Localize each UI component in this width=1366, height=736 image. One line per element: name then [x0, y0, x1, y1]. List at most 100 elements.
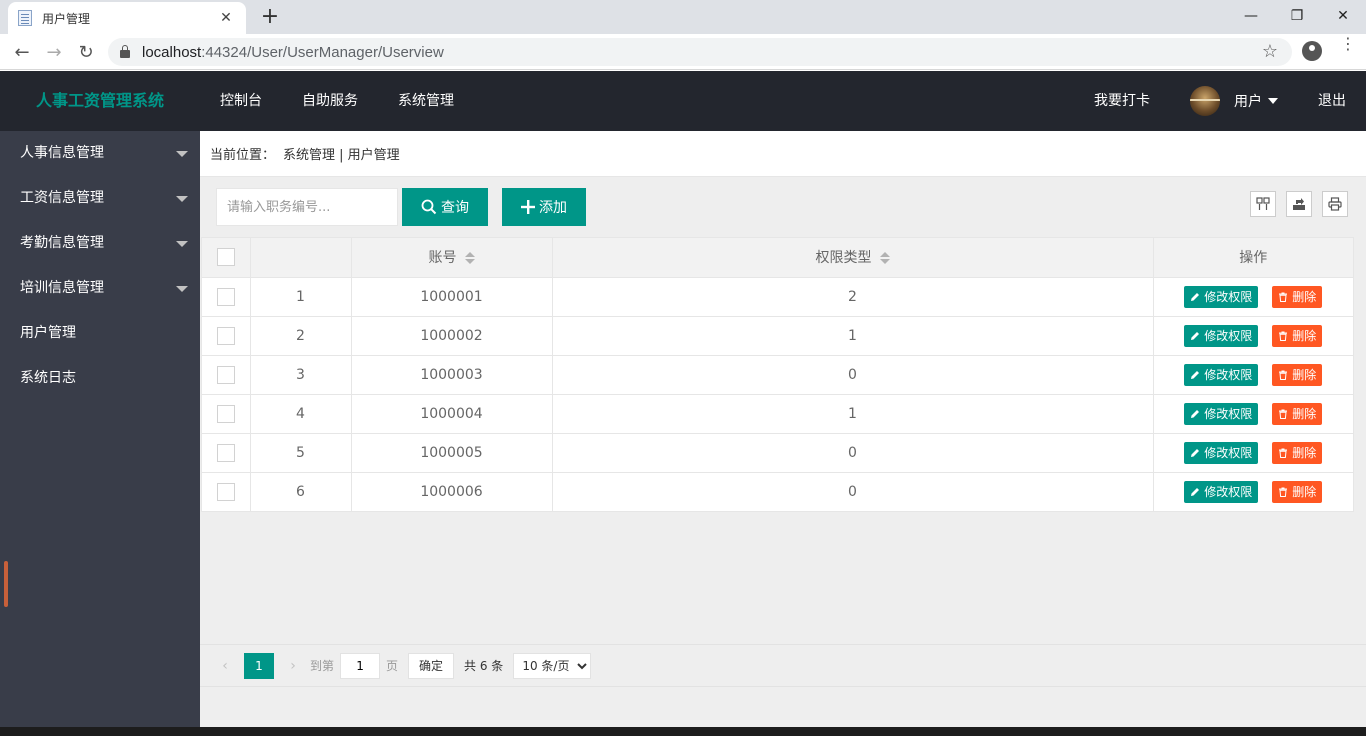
goto-page-input[interactable] — [340, 652, 381, 679]
sidebar-item-personnel[interactable]: 人事信息管理 — [0, 131, 200, 176]
row-index: 5 — [250, 433, 352, 473]
browser-tab[interactable]: 用户管理 ✕ — [8, 2, 246, 34]
maximize-button[interactable]: ❐ — [1274, 0, 1320, 32]
search-icon — [421, 199, 437, 215]
table-row: 5 1000005 0 修改权限 删除 — [202, 433, 1353, 473]
address-bar: ← → ↻ localhost:44324/User/UserManager/U… — [0, 34, 1366, 70]
nav-system-management[interactable]: 系统管理 — [378, 71, 474, 131]
page-size-select[interactable]: 10 条/页 — [513, 652, 592, 679]
row-permission: 0 — [552, 355, 1154, 395]
trash-icon — [1279, 331, 1288, 341]
sort-icon[interactable] — [464, 252, 475, 265]
sidebar-item-attendance[interactable]: 考勤信息管理 — [0, 221, 200, 266]
search-input[interactable] — [216, 188, 398, 226]
trash-icon — [1279, 292, 1288, 302]
delete-button[interactable]: 删除 — [1272, 480, 1323, 503]
row-permission: 1 — [552, 316, 1154, 356]
columns-filter-icon[interactable] — [1250, 191, 1276, 217]
browser-tab-strip: 用户管理 ✕ + — ❐ ✕ — [0, 0, 1366, 34]
minimize-button[interactable]: — — [1228, 0, 1274, 32]
user-menu[interactable]: 用户 — [1170, 86, 1298, 116]
url-field[interactable]: localhost:44324/User/UserManager/Uservie… — [108, 38, 1292, 66]
page-number-current[interactable]: 1 — [244, 652, 274, 679]
forward-icon[interactable]: → — [42, 40, 66, 64]
bookmark-star-icon[interactable]: ☆ — [1262, 41, 1278, 62]
row-account: 1000006 — [351, 472, 553, 511]
row-checkbox[interactable] — [216, 287, 235, 306]
account-header[interactable]: 账号 — [351, 238, 553, 278]
browser-menu-icon[interactable]: ⋮ — [1340, 36, 1356, 52]
delete-button[interactable]: 删除 — [1272, 441, 1323, 464]
select-all-cell — [202, 238, 251, 278]
export-icon[interactable] — [1286, 191, 1312, 217]
row-checkbox[interactable] — [216, 365, 235, 384]
row-actions: 修改权限 删除 — [1153, 316, 1353, 356]
sidebar-item-logs[interactable]: 系统日志 — [0, 356, 200, 401]
edit-permission-button[interactable]: 修改权限 — [1184, 441, 1259, 464]
edit-permission-button[interactable]: 修改权限 — [1184, 402, 1259, 425]
sidebar: 人事信息管理 工资信息管理 考勤信息管理 培训信息管理 用户管理 系统日志 — [0, 131, 200, 727]
row-actions: 修改权限 删除 — [1153, 277, 1353, 317]
row-checkbox[interactable] — [216, 326, 235, 345]
delete-button[interactable]: 删除 — [1272, 363, 1323, 386]
row-permission: 2 — [552, 277, 1154, 317]
edit-permission-button[interactable]: 修改权限 — [1184, 363, 1259, 386]
lock-icon[interactable] — [120, 45, 130, 58]
edit-permission-button[interactable]: 修改权限 — [1184, 324, 1259, 347]
select-all-checkbox[interactable] — [216, 248, 235, 267]
operation-header: 操作 — [1153, 238, 1353, 278]
search-button[interactable]: 查询 — [402, 188, 488, 226]
goto-confirm-button[interactable]: 确定 — [408, 652, 455, 679]
top-nav: 控制台 自助服务 系统管理 — [200, 71, 474, 131]
sidebar-scrollbar[interactable] — [4, 561, 8, 607]
sidebar-item-label: 考勤信息管理 — [20, 235, 104, 251]
sidebar-item-salary[interactable]: 工资信息管理 — [0, 176, 200, 221]
new-tab-button[interactable]: + — [258, 5, 282, 29]
nav-self-service[interactable]: 自助服务 — [282, 71, 378, 131]
close-window-button[interactable]: ✕ — [1320, 0, 1366, 32]
row-select-cell — [202, 355, 251, 395]
reload-icon[interactable]: ↻ — [74, 40, 98, 64]
pencil-icon — [1191, 331, 1200, 340]
permission-header[interactable]: 权限类型 — [552, 238, 1154, 278]
sort-icon[interactable] — [879, 252, 890, 265]
breadcrumb-prefix: 当前位置： — [210, 148, 276, 163]
breadcrumb: 当前位置： 系统管理 | 用户管理 — [200, 131, 1366, 177]
row-actions: 修改权限 删除 — [1153, 472, 1353, 511]
table-header-row: 账号 权限类型 操作 — [202, 238, 1353, 278]
index-header — [250, 238, 352, 278]
row-account: 1000004 — [351, 394, 553, 434]
caret-down-icon — [176, 241, 188, 247]
edit-permission-button[interactable]: 修改权限 — [1184, 480, 1259, 503]
row-index: 6 — [250, 472, 352, 511]
next-page-icon[interactable]: › — [282, 658, 304, 674]
row-actions: 修改权限 删除 — [1153, 355, 1353, 395]
print-icon[interactable] — [1322, 191, 1348, 217]
row-permission: 0 — [552, 472, 1154, 511]
logout-link[interactable]: 退出 — [1298, 71, 1366, 131]
back-icon[interactable]: ← — [10, 40, 34, 64]
row-select-cell — [202, 277, 251, 317]
delete-button[interactable]: 删除 — [1272, 285, 1323, 308]
trash-icon — [1279, 370, 1288, 380]
nav-dashboard[interactable]: 控制台 — [200, 71, 282, 131]
header-right: 我要打卡 用户 退出 — [1074, 71, 1366, 131]
row-select-cell — [202, 316, 251, 356]
row-checkbox[interactable] — [216, 404, 235, 423]
delete-button[interactable]: 删除 — [1272, 402, 1323, 425]
app-logo[interactable]: 人事工资管理系统 — [36, 71, 164, 131]
profile-icon[interactable] — [1302, 41, 1322, 61]
pencil-icon — [1191, 292, 1200, 301]
row-permission: 1 — [552, 394, 1154, 434]
sidebar-item-users[interactable]: 用户管理 — [0, 311, 200, 356]
edit-permission-button[interactable]: 修改权限 — [1184, 285, 1259, 308]
row-checkbox[interactable] — [216, 443, 235, 462]
sidebar-item-training[interactable]: 培训信息管理 — [0, 266, 200, 311]
tab-close-icon[interactable]: ✕ — [216, 10, 236, 26]
add-button[interactable]: 添加 — [502, 188, 586, 226]
delete-button[interactable]: 删除 — [1272, 324, 1323, 347]
row-checkbox[interactable] — [216, 482, 235, 501]
prev-page-icon[interactable]: ‹ — [214, 658, 236, 674]
sidebar-item-label: 工资信息管理 — [20, 190, 104, 206]
clock-in-link[interactable]: 我要打卡 — [1074, 71, 1170, 131]
